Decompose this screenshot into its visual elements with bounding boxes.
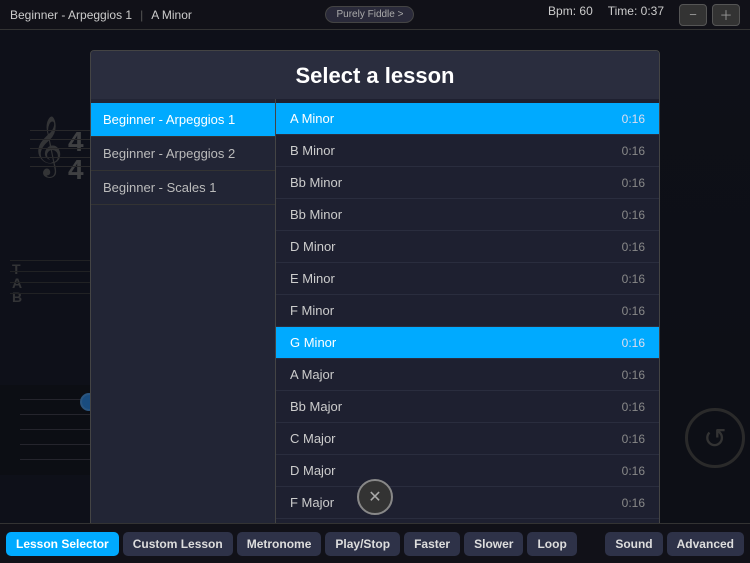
lesson-duration: 0:16 [622,208,645,222]
metronome-button[interactable]: Metronome [237,532,322,556]
header-brand: Purely Fiddle > [325,6,414,23]
lesson-selector-modal: Select a lesson Beginner - Arpeggios 1Be… [90,50,660,523]
lesson-item[interactable]: Bb Minor 0:16 [276,167,659,199]
lesson-name: A Major [290,367,334,382]
header-title: Beginner - Arpeggios 1 [10,8,132,22]
lesson-name: A Minor [290,111,334,126]
slower-button[interactable]: Slower [464,532,523,556]
advanced-button[interactable]: Advanced [667,532,744,556]
zoom-in-button[interactable]: ＋ [712,4,740,26]
lesson-name: Bb Major [290,399,342,414]
lesson-duration: 0:16 [622,272,645,286]
bpm-display: Bpm: 60 [548,4,593,26]
lesson-name: C Major [290,431,336,446]
zoom-controls[interactable]: − ＋ [679,4,740,26]
header-key: A Minor [151,8,192,22]
modal-overlay: Select a lesson Beginner - Arpeggios 1Be… [0,30,750,523]
lesson-item[interactable]: A Minor 0:16 [276,103,659,135]
lesson-duration: 0:16 [622,496,645,510]
lesson-name: B Minor [290,143,335,158]
lesson-item[interactable]: F Major 0:16 [276,487,659,519]
zoom-out-button[interactable]: − [679,4,707,26]
lesson-item[interactable]: D Minor 0:16 [276,231,659,263]
header-bar: Beginner - Arpeggios 1 | A Minor Purely … [0,0,750,30]
time-display: Time: 0:37 [608,4,664,26]
lesson-duration: 0:16 [622,464,645,478]
header-left: Beginner - Arpeggios 1 | A Minor [10,8,192,22]
lesson-name: D Minor [290,239,336,254]
play-stop-button[interactable]: Play/Stop [325,532,400,556]
faster-button[interactable]: Faster [404,532,460,556]
header-sep: | [140,8,143,22]
modal-title: Select a lesson [91,51,659,99]
lesson-name: E Minor [290,271,335,286]
custom-lesson-button[interactable]: Custom Lesson [123,532,233,556]
sound-button[interactable]: Sound [605,532,662,556]
lesson-item[interactable]: D Major 0:16 [276,455,659,487]
lesson-duration: 0:16 [622,336,645,350]
lesson-item[interactable]: E Minor 0:16 [276,263,659,295]
close-modal-button[interactable] [357,479,393,515]
lesson-duration: 0:16 [622,144,645,158]
header-stats: Bpm: 60 Time: 0:37 − ＋ [548,4,740,26]
main-area: 𝄞 4 4 TAB 1st Position [0,30,750,523]
loop-button[interactable]: Loop [527,532,576,556]
lesson-selector-button[interactable]: Lesson Selector [6,532,119,556]
category-panel: Beginner - Arpeggios 1Beginner - Arpeggi… [91,99,276,523]
lesson-item[interactable]: Bb Minor 0:16 [276,199,659,231]
lesson-item[interactable]: F Minor 0:16 [276,295,659,327]
lesson-duration: 0:16 [622,432,645,446]
lesson-duration: 0:16 [622,240,645,254]
lesson-item[interactable]: B Minor 0:16 [276,135,659,167]
lesson-item[interactable]: A Major 0:16 [276,359,659,391]
lesson-item[interactable]: G Minor 0:16 [276,327,659,359]
lesson-duration: 0:16 [622,112,645,126]
lesson-duration: 0:16 [622,400,645,414]
lesson-duration: 0:16 [622,304,645,318]
lesson-name: Bb Minor [290,175,342,190]
lesson-duration: 0:16 [622,176,645,190]
category-item-beg-arp-2[interactable]: Beginner - Arpeggios 2 [91,137,275,171]
modal-body: Beginner - Arpeggios 1Beginner - Arpeggi… [91,99,659,523]
lesson-duration: 0:16 [622,368,645,382]
lesson-panel: A Minor0:16B Minor0:16Bb Minor0:16Bb Min… [276,99,659,523]
category-item-beg-arp-1[interactable]: Beginner - Arpeggios 1 [91,103,275,137]
lesson-name: F Major [290,495,334,510]
lesson-item[interactable]: C Major 0:16 [276,423,659,455]
lesson-item[interactable]: Bb Major 0:16 [276,391,659,423]
toolbar: Lesson SelectorCustom LessonMetronomePla… [0,523,750,563]
lesson-name: F Minor [290,303,334,318]
lesson-name: D Major [290,463,336,478]
category-item-beg-scales-1[interactable]: Beginner - Scales 1 [91,171,275,205]
lesson-name: G Minor [290,335,336,350]
lesson-name: Bb Minor [290,207,342,222]
